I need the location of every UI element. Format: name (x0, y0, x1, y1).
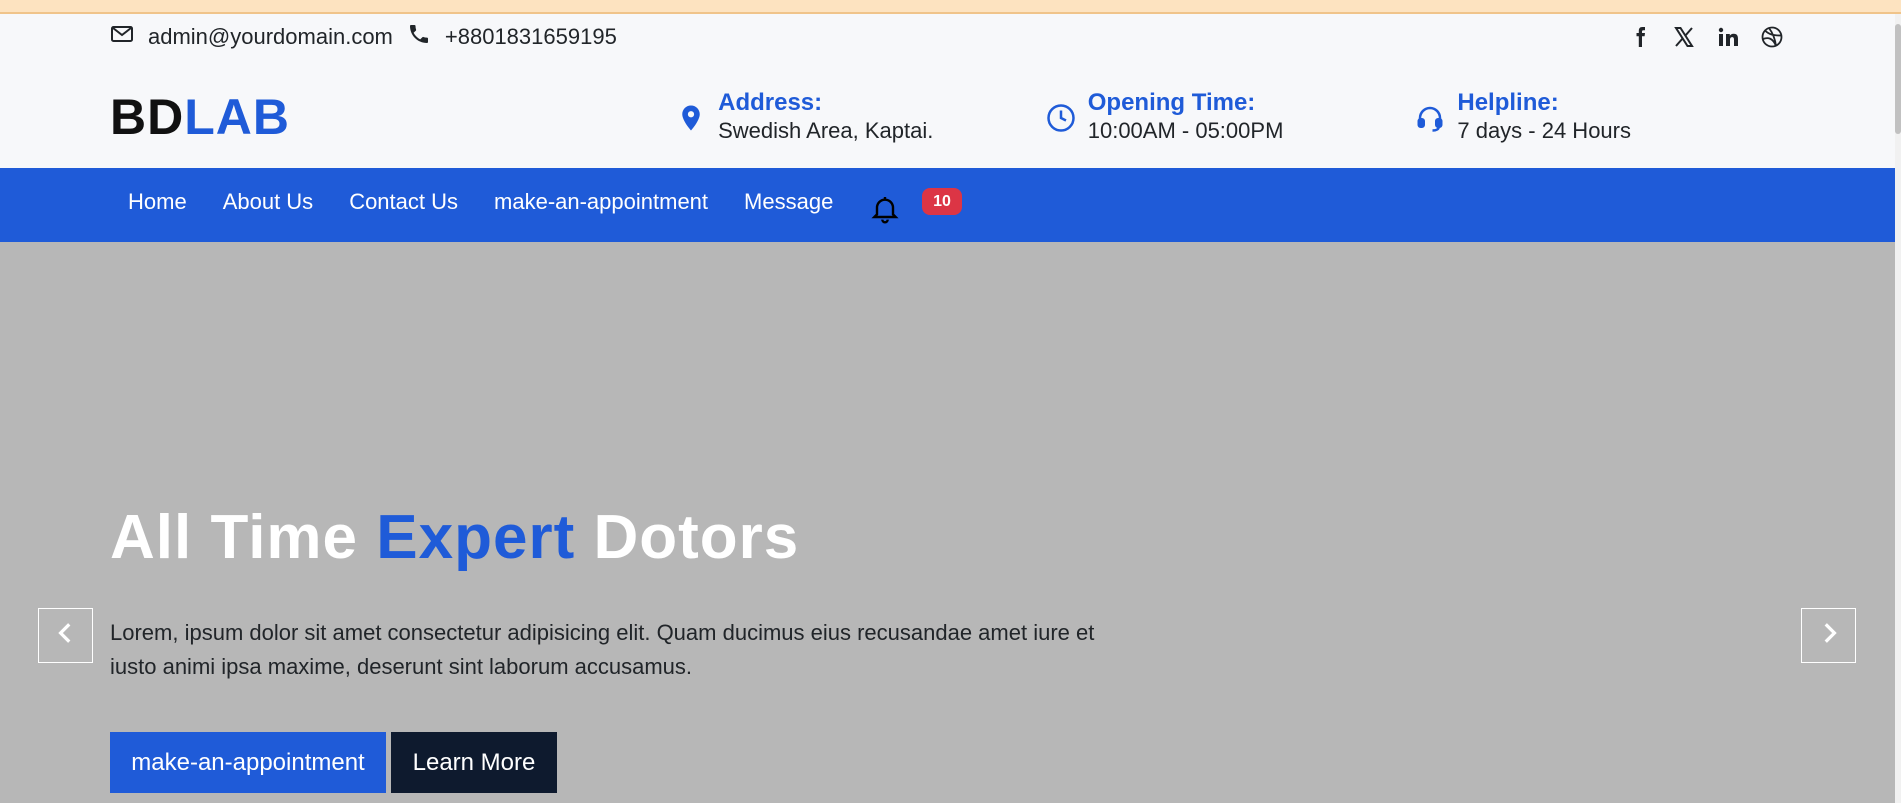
nav-item-message[interactable]: Message (726, 189, 851, 215)
hero-slider: All Time Expert Dotors Lorem, ipsum dolo… (0, 242, 1895, 803)
nav-item-make-an-appointment[interactable]: make-an-appointment (476, 189, 726, 215)
helpline-value: 7 days - 24 Hours (1457, 118, 1631, 143)
notification-badge: 10 (922, 188, 962, 215)
address-value: Swedish Area, Kaptai. (718, 118, 934, 143)
address-info: Address: Swedish Area, Kaptai. (676, 89, 1046, 145)
x-icon[interactable] (1671, 24, 1697, 50)
scrollbar-thumb[interactable] (1895, 24, 1901, 134)
envelope-icon (110, 22, 134, 52)
headset-icon (1415, 89, 1445, 138)
bell-icon (869, 197, 901, 230)
phone-icon (407, 22, 431, 52)
nav-item-contact-us[interactable]: Contact Us (331, 189, 476, 215)
nav-item-about-us[interactable]: About Us (205, 189, 332, 215)
main-navbar: Home About Us Contact Us make-an-appoint… (0, 168, 1895, 242)
site-logo[interactable]: BDLAB (110, 88, 676, 146)
chevron-left-icon (53, 620, 79, 651)
contact-info: admin@yourdomain.com +8801831659195 (110, 22, 617, 52)
logo-dark-part: BD (110, 89, 185, 145)
make-appointment-button[interactable]: make-an-appointment (110, 732, 386, 793)
linkedin-icon[interactable] (1715, 24, 1741, 50)
opening-time-title: Opening Time: (1087, 89, 1256, 116)
contact-bar: admin@yourdomain.com +8801831659195 (110, 22, 1785, 52)
nav-item-home[interactable]: Home (110, 189, 205, 215)
notification-bell[interactable] (869, 192, 905, 232)
opening-time-value: 10:00AM - 05:00PM (1087, 118, 1284, 143)
dribbble-icon[interactable] (1759, 24, 1785, 50)
email-text: admin@yourdomain.com (148, 24, 393, 49)
opening-time-info: Opening Time: 10:00AM - 05:00PM (1046, 89, 1416, 145)
slider-next-button[interactable] (1801, 608, 1856, 663)
clock-icon (1046, 89, 1076, 138)
social-links (1627, 24, 1785, 50)
hero-title-accent: Expert (376, 503, 576, 572)
facebook-icon[interactable] (1627, 24, 1653, 50)
phone-contact[interactable]: +8801831659195 (407, 22, 617, 52)
email-contact[interactable]: admin@yourdomain.com (110, 22, 393, 52)
hero-description: Lorem, ipsum dolor sit amet consectetur … (110, 620, 1095, 679)
hero-title: All Time Expert Dotors (110, 502, 799, 573)
phone-text: +8801831659195 (444, 24, 617, 49)
hero-title-part1: All Time (110, 503, 377, 572)
slider-prev-button[interactable] (38, 608, 93, 663)
logo-blue-part: LAB (184, 89, 290, 145)
helpline-title: Helpline: (1457, 89, 1559, 116)
map-pin-icon (676, 89, 706, 138)
chevron-right-icon (1816, 620, 1842, 651)
page: admin@yourdomain.com +8801831659195 BDLA… (0, 14, 1895, 803)
brand-bar: BDLAB Address: Swedish Area, Kaptai. Ope… (110, 82, 1785, 152)
learn-more-button[interactable]: Learn More (391, 732, 557, 793)
helpline-info: Helpline: 7 days - 24 Hours (1415, 89, 1785, 145)
nav-menu: Home About Us Contact Us make-an-appoint… (110, 168, 905, 242)
address-title: Address: (718, 89, 823, 116)
page-scrollbar[interactable] (1895, 14, 1901, 803)
browser-top-strip (0, 0, 1901, 14)
hero-title-part2: Dotors (575, 503, 800, 572)
